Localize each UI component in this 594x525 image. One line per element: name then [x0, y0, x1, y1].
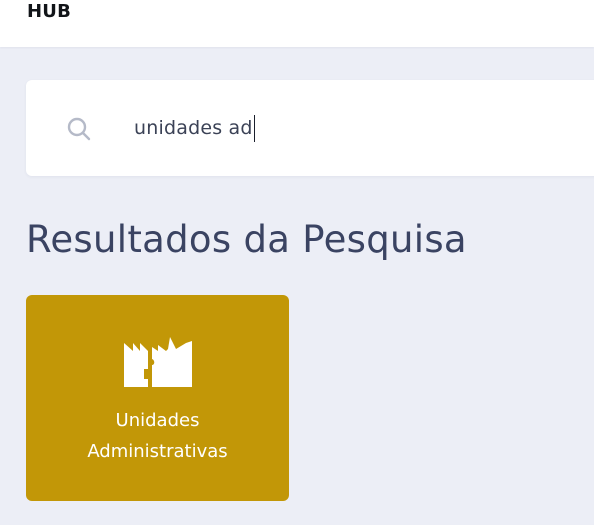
- search-input[interactable]: unidades ad: [134, 114, 256, 142]
- search-box[interactable]: unidades ad: [26, 80, 594, 176]
- text-cursor: [253, 114, 256, 142]
- search-icon: [67, 117, 91, 141]
- result-tile-label-line2: Administrativas: [87, 441, 228, 462]
- search-input-value: unidades ad: [134, 117, 253, 139]
- results-title: Resultados da Pesquisa: [26, 218, 467, 261]
- result-tile-label: Unidades Administrativas: [26, 405, 289, 467]
- building-icon: [124, 337, 192, 387]
- result-tile-label-line1: Unidades: [115, 410, 200, 431]
- result-tile-unidades-administrativas[interactable]: Unidades Administrativas: [26, 295, 289, 501]
- brand-logo[interactable]: HUB: [27, 1, 71, 22]
- top-bar: HUB: [0, 0, 594, 47]
